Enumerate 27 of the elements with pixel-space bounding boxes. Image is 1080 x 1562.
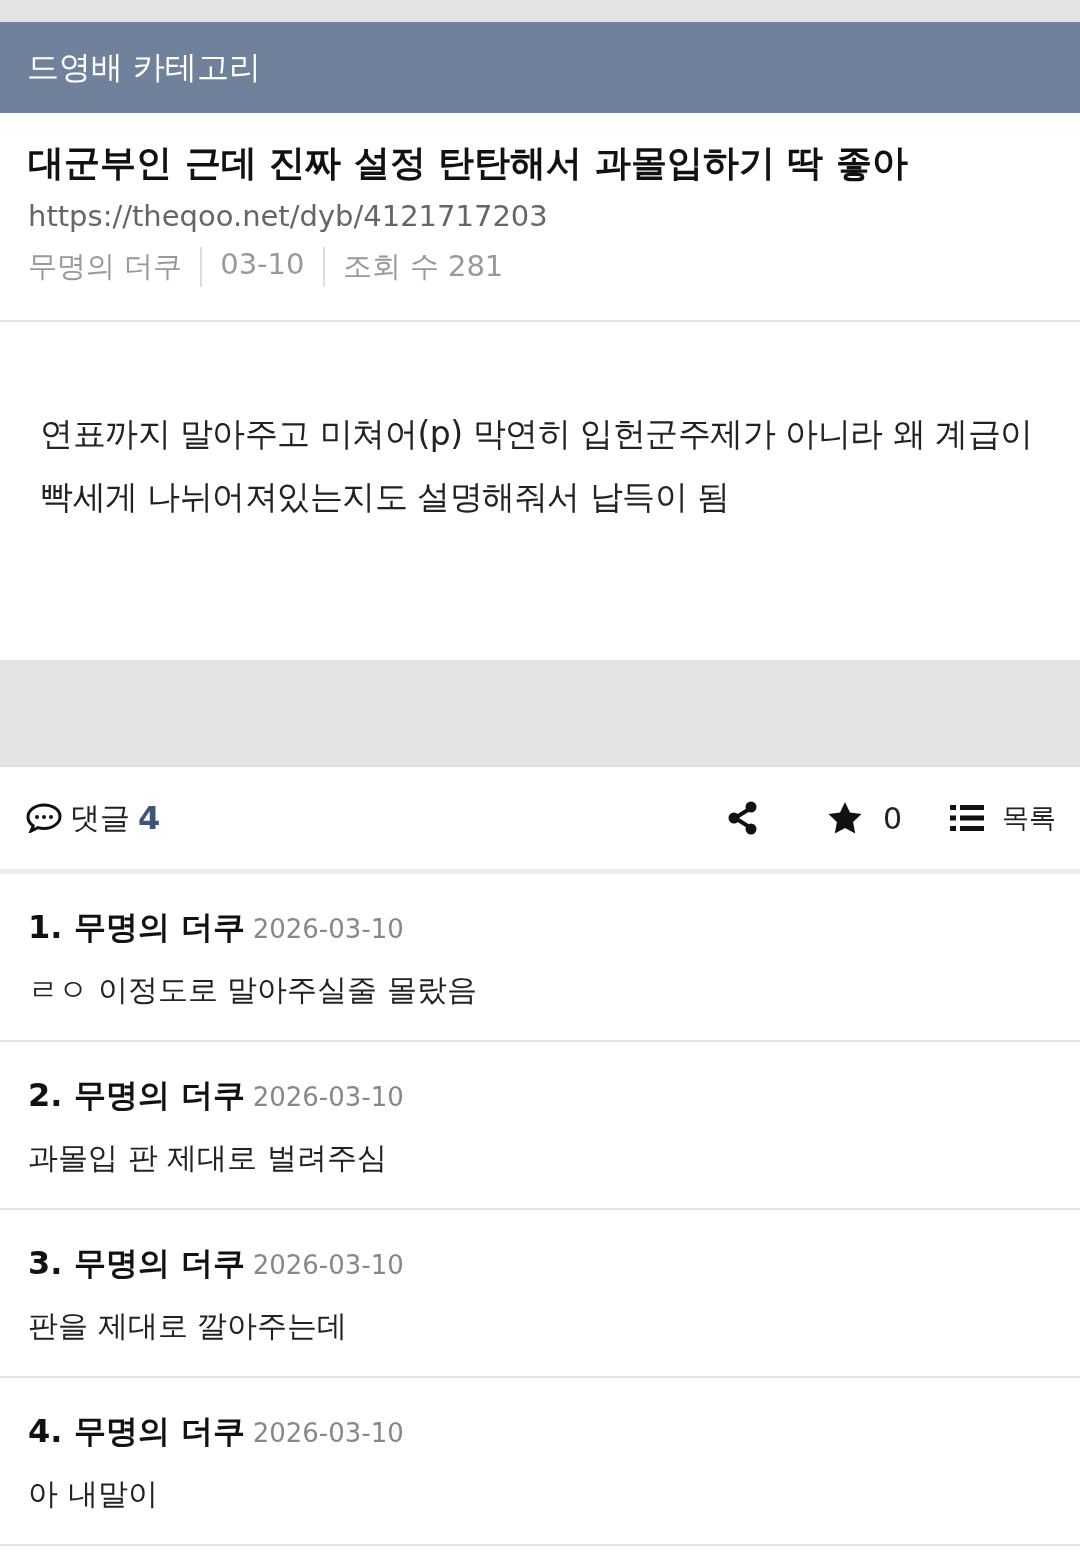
comment-text: 아 내말이 [28,1475,159,1513]
share-icon[interactable] [726,801,759,835]
comment-text: 판을 제대로 깔아주는데 [28,1307,349,1345]
comment-author: 4. 무명의 더쿠 [28,1411,245,1452]
comment-text: ㄹㅇ 이정도로 말아주실줄 몰랐음 [28,971,478,1009]
list-icon [950,805,984,831]
category-title: 드영배 카테고리 [27,46,262,88]
comment-count: 4 [138,799,161,837]
star-icon[interactable] [826,801,863,835]
comment-date: 2026-03-10 [252,1418,404,1448]
comment-author: 1. 무명의 더쿠 [28,907,245,948]
post-body: 연표까지 말아주고 미쳐어(p) 막연히 입헌군주제가 아니라 왜 계급이 빡세게 나뉘어져있는지도 설명해줘서 납득이 됨 [40,413,1034,518]
post-meta: 조회 수 281 [322,247,504,287]
comment-date: 2026-03-10 [252,914,404,944]
comment-date: 2026-03-10 [252,1082,404,1112]
comment-author: 2. 무명의 더쿠 [28,1075,245,1116]
comment-date: 2026-03-10 [252,1250,404,1280]
post-url[interactable]: https://theqoo.net/dyb/4121717203 [28,199,1052,233]
star-count: 0 [882,800,902,836]
post-meta: 03-10 [200,247,305,287]
comments-label: 댓글 [70,798,130,837]
list-button[interactable]: 목록 [950,800,1056,836]
comment-author: 3. 무명의 더쿠 [28,1243,245,1284]
speech-bubble-icon [26,803,62,833]
comment-text: 과몰입 판 제대로 벌려주심 [28,1139,388,1177]
post-meta: 무명의 더쿠 [28,248,183,285]
post-title: 대군부인 근데 진짜 설정 탄탄해서 과몰입하기 딱 좋아 [28,141,909,185]
